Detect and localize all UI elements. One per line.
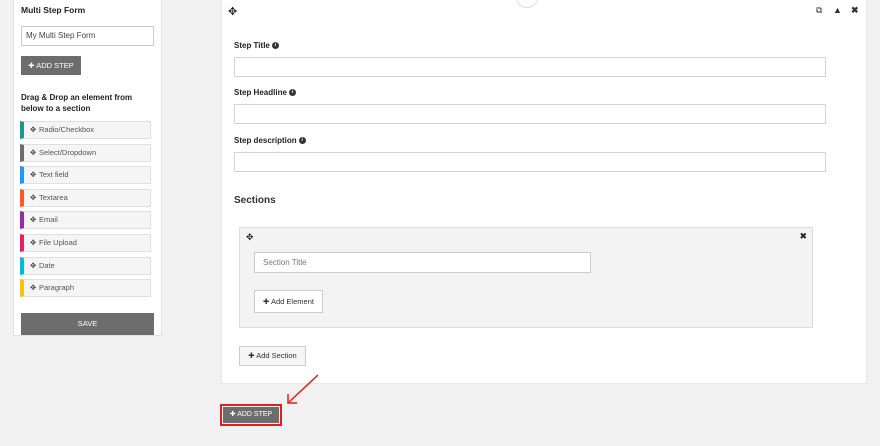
element-date[interactable]: ✥ Date bbox=[20, 256, 151, 275]
element-paragraph[interactable]: ✥ Paragraph bbox=[20, 279, 151, 298]
section-move-icon[interactable]: ✥ bbox=[246, 232, 254, 243]
step-description-label: Step description i bbox=[234, 136, 306, 145]
step-panel: ✥ ⧉ ▲ ✖ Step Title i Step Headline i Step … bbox=[221, 0, 867, 384]
element-textarea[interactable]: ✥ Textarea bbox=[20, 188, 151, 207]
info-icon[interactable]: i bbox=[298, 137, 306, 144]
element-label: Text field bbox=[39, 170, 69, 180]
move-icon: ✥ bbox=[30, 237, 37, 247]
element-label: Paragraph bbox=[39, 283, 75, 293]
step-title-input[interactable] bbox=[234, 57, 826, 77]
element-label: Select/Dropdown bbox=[39, 147, 97, 157]
annotation-arrow-icon bbox=[287, 374, 319, 404]
element-select-dropdown[interactable]: ✥ Select/Dropdown bbox=[20, 143, 151, 162]
sidebar-title: Multi Step Form bbox=[21, 5, 86, 15]
step-headline-input[interactable] bbox=[234, 104, 826, 124]
move-icon: ✥ bbox=[30, 170, 37, 180]
step-headline-text: Step Headline bbox=[234, 88, 287, 97]
element-text-field[interactable]: ✥ Text field bbox=[20, 166, 151, 185]
sections-heading: Sections bbox=[234, 195, 276, 206]
add-step-button[interactable]: ✚ ADD STEP bbox=[223, 407, 279, 423]
step-title-label: Step Title i bbox=[234, 41, 279, 50]
form-name-input[interactable]: My Multi Step Form bbox=[21, 26, 154, 46]
step-description-text: Step description bbox=[234, 136, 297, 145]
section-container: ✥ ✖ Section Title ✚ Add Element bbox=[239, 227, 813, 328]
element-label: Date bbox=[39, 260, 55, 270]
move-icon: ✥ bbox=[30, 147, 37, 157]
move-icon: ✥ bbox=[30, 125, 37, 134]
step-description-input[interactable] bbox=[234, 152, 826, 172]
duplicate-icon[interactable]: ⧉ bbox=[816, 5, 822, 16]
save-button[interactable]: SAVE bbox=[21, 313, 154, 335]
close-icon[interactable]: ✖ bbox=[851, 5, 859, 16]
move-icon: ✥ bbox=[30, 283, 37, 293]
step-title-text: Step Title bbox=[234, 41, 270, 50]
info-icon[interactable]: i bbox=[271, 42, 279, 49]
sidebar-panel: Multi Step Form My Multi Step Form ✚ ADD… bbox=[13, 0, 162, 336]
add-element-button[interactable]: ✚ Add Element bbox=[254, 290, 323, 313]
element-label: Radio/Checkbox bbox=[39, 125, 95, 134]
move-icon: ✥ bbox=[30, 215, 37, 225]
move-icon: ✥ bbox=[30, 192, 37, 202]
element-radio-checkbox[interactable]: ✥ Radio/Checkbox bbox=[20, 121, 151, 139]
step-move-icon[interactable]: ✥ bbox=[228, 5, 237, 18]
element-label: File Upload bbox=[39, 237, 77, 247]
element-list: ✥ Radio/Checkbox ✥ Select/Dropdown ✥ Text f… bbox=[20, 121, 151, 302]
element-email[interactable]: ✥ Email bbox=[20, 211, 151, 230]
info-icon[interactable]: i bbox=[288, 89, 296, 96]
step-headline-label: Step Headline i bbox=[234, 88, 296, 97]
drag-drop-instructions: Drag & Drop an element from below to a s… bbox=[21, 93, 133, 113]
section-close-icon[interactable]: ✖ bbox=[799, 231, 807, 242]
element-label: Textarea bbox=[39, 192, 68, 202]
section-title-input[interactable]: Section Title bbox=[254, 252, 591, 273]
collapse-icon[interactable]: ▲ bbox=[833, 5, 842, 15]
element-file-upload[interactable]: ✥ File Upload bbox=[20, 233, 151, 252]
element-label: Email bbox=[39, 215, 58, 225]
move-icon: ✥ bbox=[30, 260, 37, 270]
step-indicator bbox=[516, 0, 538, 8]
add-section-button[interactable]: ✚ Add Section bbox=[239, 346, 306, 366]
sidebar-add-step-button[interactable]: ✚ ADD STEP bbox=[21, 56, 81, 75]
